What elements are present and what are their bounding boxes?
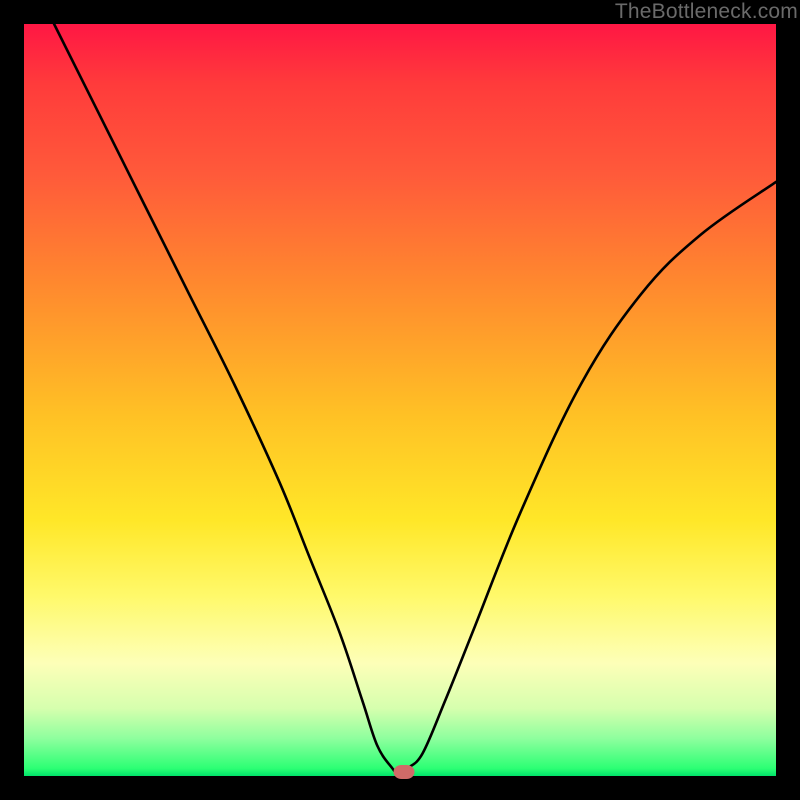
optimal-point-marker (393, 765, 414, 779)
curve-path (54, 24, 776, 776)
plot-area (24, 24, 776, 776)
chart-frame: TheBottleneck.com (0, 0, 800, 800)
bottleneck-curve (24, 24, 776, 776)
watermark-text: TheBottleneck.com (615, 0, 798, 24)
